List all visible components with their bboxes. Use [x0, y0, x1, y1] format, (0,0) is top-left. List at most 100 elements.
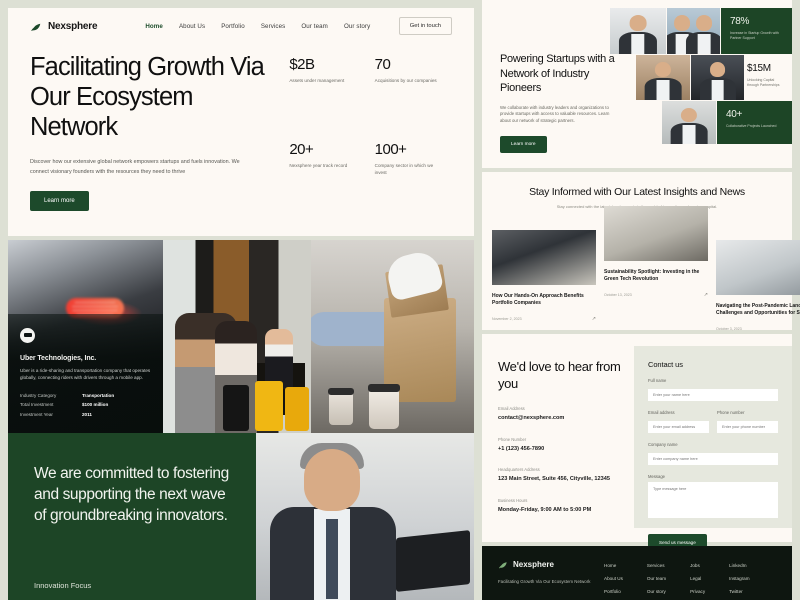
- contact-item-value: contact@nexsphere.com: [498, 415, 565, 421]
- contact-item-label: Phone Number: [498, 436, 527, 442]
- figure-head: [680, 107, 698, 123]
- landing-page-screenshot: Nexsphere Home About Us Portfolio Servic…: [0, 0, 800, 600]
- nav-link-about-us[interactable]: About Us: [179, 23, 205, 30]
- nav-link-our-story[interactable]: Our story: [344, 23, 370, 30]
- contact-item-value: 123 Main Street, Suite 456, Cityville, 1…: [498, 476, 610, 482]
- stat-value: 70: [374, 56, 391, 73]
- news-card-row: How Our Hands-On Approach Benefits Portf…: [492, 206, 800, 332]
- news-meta: November 2, 2023 ↗: [492, 316, 596, 322]
- coffee-cup: [328, 388, 354, 425]
- footer-link-portfolio[interactable]: Portfolio: [604, 589, 623, 594]
- contact-item-label: Business Hours: [498, 497, 528, 503]
- news-card[interactable]: How Our Hands-On Approach Benefits Portf…: [492, 230, 596, 332]
- contact-item-value: Monday-Friday, 9:00 AM to 5:00 PM: [498, 506, 592, 513]
- nav-link-services[interactable]: Services: [261, 23, 286, 30]
- stat-value: 78%: [730, 16, 750, 27]
- footer-column: Home About Us Portfolio: [604, 563, 623, 594]
- portrait-tie: [326, 519, 338, 599]
- contact-form-panel: Contact us Full name Email address Phone…: [634, 346, 792, 551]
- figure-shirt: [682, 125, 696, 144]
- figure-shirt: [711, 80, 724, 100]
- coffee-cup: [368, 384, 400, 429]
- news-card[interactable]: Navigating the Post-Pandemic Landscape: …: [716, 240, 800, 332]
- partner-headshot: [636, 55, 690, 100]
- phone-field[interactable]: [717, 421, 778, 433]
- partner-stat-card: 40+ Collaborative Projects Launched: [717, 101, 792, 144]
- footer-logo[interactable]: Nexsphere: [498, 559, 594, 570]
- arrow-up-right-icon[interactable]: ↗: [704, 292, 708, 298]
- stat-label: Nexsphere year track record: [289, 163, 348, 169]
- footer-link-home[interactable]: Home: [604, 563, 623, 568]
- news-title: Navigating the Post-Pandemic Landscape: …: [716, 303, 800, 317]
- contact-item-label: Headquarters Address: [498, 467, 540, 472]
- contact-item: Phone Number +1 (123) 456-7890: [498, 437, 630, 454]
- stat-value: $2B: [289, 56, 315, 73]
- figure-head: [654, 62, 672, 78]
- footer-column: Services Our team Our story: [647, 563, 666, 594]
- footer-link-our-story[interactable]: Our story: [647, 589, 666, 594]
- stat-label: Acquisitions by our companies: [374, 78, 437, 83]
- uber-logo-icon: [20, 327, 35, 343]
- company-label: Company name: [648, 442, 678, 447]
- figure-shirt: [697, 33, 711, 54]
- hero-stats: $2B Assets under management 70 Acquisiti…: [289, 52, 452, 211]
- contact-item: Headquarters Address 123 Main Street, Su…: [498, 467, 630, 484]
- footer-link-legal[interactable]: Legal: [690, 576, 705, 581]
- section-title: Stay Informed with Our Latest Insights a…: [529, 186, 745, 198]
- food-delivery-photo: [311, 240, 474, 433]
- email-label: Email address: [648, 410, 675, 415]
- nav-link-portfolio[interactable]: Portfolio: [221, 23, 245, 30]
- left-column: Nexsphere Home About Us Portfolio Servic…: [0, 0, 474, 600]
- portrait-head: [304, 449, 360, 511]
- news-thumbnail: [716, 240, 800, 295]
- footer-link-jobs[interactable]: Jobs: [690, 563, 705, 568]
- news-date: November 2, 2023: [492, 316, 522, 321]
- brand-logo[interactable]: Nexsphere: [30, 20, 98, 33]
- figure-head: [696, 15, 713, 31]
- full-name-label: Full name: [648, 378, 667, 383]
- email-field[interactable]: [648, 421, 709, 433]
- news-card[interactable]: Sustainability Spotlight: Investing in t…: [604, 206, 708, 332]
- company-input[interactable]: [648, 453, 778, 465]
- site-footer: Nexsphere Facilitating Growth Via Our Ec…: [482, 546, 792, 600]
- news-meta: October 3, 2023 ↗: [716, 326, 800, 332]
- table-row: Industry Category Transportation: [20, 391, 151, 401]
- arrow-up-right-icon[interactable]: ↗: [592, 316, 596, 322]
- commitment-headline: We are committed to fostering and suppor…: [34, 465, 229, 524]
- headshot-photo: [610, 8, 666, 54]
- hero-section: Facilitating Growth Via Our Ecosystem Ne…: [8, 52, 474, 211]
- footer-column: LinkedIn Instagram Twitter: [729, 563, 749, 594]
- hero-learn-more-button[interactable]: Learn more: [30, 191, 89, 211]
- footer-link-instagram[interactable]: Instagram: [729, 576, 749, 581]
- section-paragraph: We collaborate with industry leaders and…: [500, 104, 610, 123]
- message-textarea[interactable]: [648, 482, 778, 518]
- stat-value: $15M: [747, 63, 771, 74]
- footer-link-linkedin[interactable]: LinkedIn: [729, 563, 749, 568]
- partners-photo-grid: 78% Increase in Startup Growth with Part…: [610, 8, 792, 144]
- footer-link-privacy[interactable]: Privacy: [690, 589, 705, 594]
- footer-link-twitter[interactable]: Twitter: [729, 589, 749, 594]
- footer-link-our-team[interactable]: Our team: [647, 576, 666, 581]
- stat-label: Assets under management: [289, 78, 345, 83]
- footer-link-services[interactable]: Services: [647, 563, 666, 568]
- nav-link-home[interactable]: Home: [145, 23, 163, 30]
- partner-headshot: [662, 101, 716, 144]
- full-name-input[interactable]: [648, 389, 778, 401]
- partner-headshot: [667, 8, 720, 54]
- nav-link-our-team[interactable]: Our team: [301, 23, 328, 30]
- portfolio-image-delivery: [311, 240, 474, 433]
- portfolio-company-card: Uber Technologies, Inc. Uber is a ride-s…: [8, 313, 163, 433]
- company-name: Uber Technologies, Inc.: [20, 354, 97, 362]
- leaf-icon: [30, 20, 43, 33]
- contact-details: We'd love to hear from you Email Address…: [498, 358, 630, 514]
- get-in-touch-button[interactable]: Get in touch: [398, 17, 452, 35]
- right-column: Powering Startups with a Network of Indu…: [482, 0, 800, 600]
- commitment-panel: We are committed to fostering and suppor…: [8, 433, 256, 600]
- powering-learn-more-button[interactable]: Learn more: [500, 136, 547, 154]
- portfolio-image-hotel: [163, 240, 311, 433]
- footer-link-about-us[interactable]: About Us: [604, 576, 623, 581]
- stat-value: 20+: [289, 141, 314, 159]
- stat-label: Unlocking Capital through Partnerships: [747, 78, 780, 88]
- news-thumbnail: [604, 206, 708, 261]
- news-title: How Our Hands-On Approach Benefits Portf…: [492, 293, 584, 307]
